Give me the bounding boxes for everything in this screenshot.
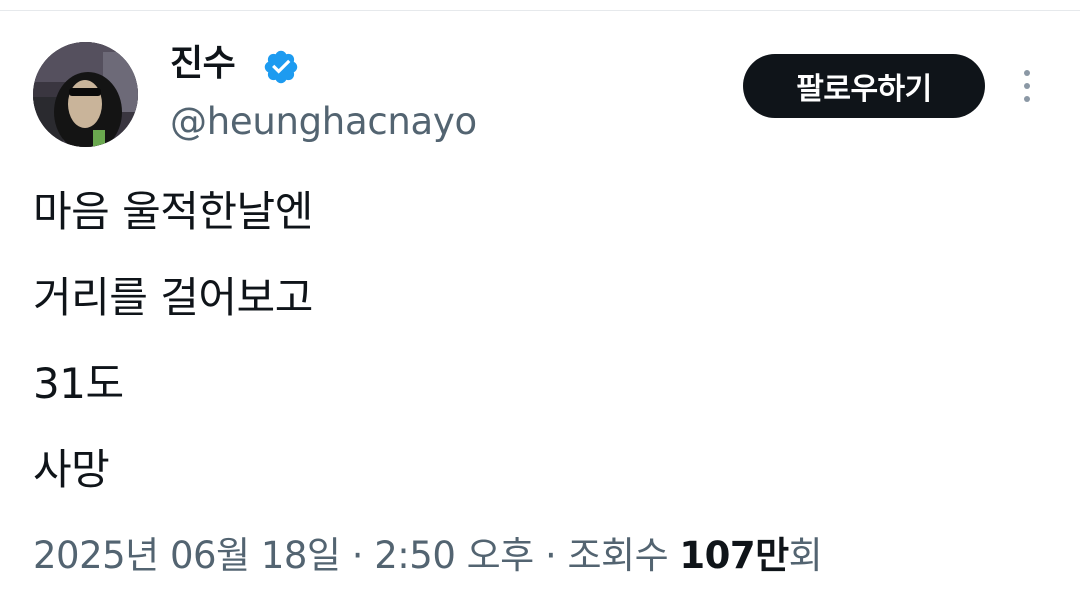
views-label: 조회수: [567, 534, 669, 577]
tweet-text-line: 31도: [33, 359, 124, 408]
more-dot: [1024, 96, 1030, 102]
tweet-text-line: 마음 울적한날엔: [33, 187, 313, 236]
avatar[interactable]: [33, 42, 138, 147]
tweet-date[interactable]: 2025년 06월 18일: [33, 534, 341, 577]
views-count: 107만: [679, 534, 789, 577]
user-handle[interactable]: @heunghacnayo: [170, 100, 477, 144]
meta-separator: ·: [544, 534, 557, 577]
more-dot: [1024, 83, 1030, 89]
tweet-time[interactable]: 2:50 오후: [374, 534, 534, 577]
more-options-icon[interactable]: [1008, 62, 1046, 110]
top-divider: [0, 0, 1080, 11]
more-dot: [1024, 70, 1030, 76]
display-name[interactable]: 진수: [170, 40, 236, 88]
follow-button[interactable]: 팔로우하기: [743, 54, 985, 118]
verified-badge-icon: [262, 48, 300, 86]
meta-separator: ·: [351, 534, 364, 577]
views-suffix: 회: [788, 534, 823, 577]
tweet-text-line: 사망: [33, 445, 110, 494]
tweet-text-line: 거리를 걸어보고: [33, 273, 313, 322]
tweet-meta: 2025년 06월 18일 · 2:50 오후 · 조회수 107만회: [33, 528, 823, 584]
